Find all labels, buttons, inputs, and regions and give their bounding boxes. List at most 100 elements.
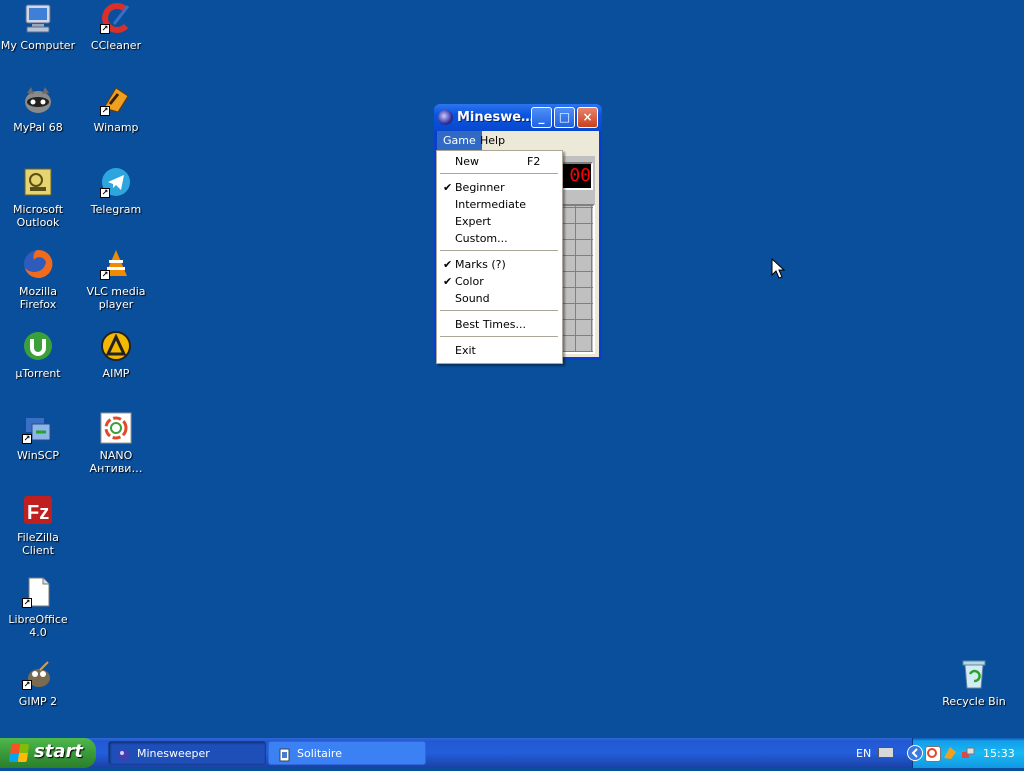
desktop-icon-nano-antivirus[interactable]: NANO Антиви… <box>78 412 154 475</box>
desktop-icon-label: My Computer <box>0 39 76 52</box>
game-menu-dropdown: New F2 ✔ Beginner Intermediate Expert Cu… <box>436 150 563 364</box>
shortcut-arrow-icon: ↗ <box>100 106 110 116</box>
menu-item-label: Beginner <box>455 181 505 194</box>
menu-separator <box>440 336 558 337</box>
desktop-icon-mypal[interactable]: MyPal 68 <box>0 84 76 134</box>
svg-text:Fz: Fz <box>27 502 49 524</box>
nano-antivirus-icon <box>100 412 132 444</box>
recycle-bin-icon <box>958 658 990 690</box>
checkmark-icon: ✔ <box>443 181 453 194</box>
checkmark-icon: ✔ <box>443 275 453 288</box>
desktop-icon-label: FileZilla Client <box>17 531 59 557</box>
menu-item-accelerator: F2 <box>527 155 541 168</box>
desktop-icon-my-computer[interactable]: My Computer <box>0 2 76 52</box>
aimp-icon <box>100 330 132 362</box>
shortcut-arrow-icon: ↗ <box>100 24 110 34</box>
desktop-icon-label: GIMP 2 <box>18 695 58 708</box>
start-button[interactable]: start <box>0 738 96 768</box>
desktop-icon-label: WinSCP <box>17 449 59 462</box>
telegram-icon: ↗ <box>100 166 132 198</box>
winamp-tray-icon[interactable] <box>943 746 957 760</box>
winscp-icon: ↗ <box>22 412 54 444</box>
desktop-icon-telegram[interactable]: ↗ Telegram <box>78 166 154 216</box>
desktop-icon-winscp[interactable]: ↗ WinSCP <box>0 412 76 462</box>
start-label: start <box>34 741 83 762</box>
desktop-icon-label: Winamp <box>93 121 139 134</box>
mine-icon <box>438 110 453 125</box>
desktop-icon-filezilla[interactable]: Fz FileZilla Client <box>0 494 76 557</box>
gimp-icon: ↗ <box>22 658 54 690</box>
desktop-icon-label: NANO Антиви… <box>89 449 143 475</box>
desktop-icon-aimp[interactable]: AIMP <box>78 330 154 380</box>
mouse-pointer-icon <box>771 257 786 283</box>
menu-item-intermediate[interactable]: Intermediate <box>437 196 562 213</box>
desktop-icon-label: CCleaner <box>90 39 142 52</box>
menu-item-best-times[interactable]: Best Times... <box>437 316 562 333</box>
taskbar-item-solitaire[interactable]: Solitaire <box>268 741 426 765</box>
filezilla-icon: Fz <box>22 494 54 526</box>
menu-item-marks[interactable]: ✔ Marks (?) <box>437 256 562 273</box>
desktop-icon-libreoffice[interactable]: ↗ LibreOffice 4.0 <box>0 576 76 639</box>
desktop-icon-outlook[interactable]: Microsoft Outlook <box>0 166 76 229</box>
shortcut-arrow-icon: ↗ <box>22 598 32 608</box>
minimize-button[interactable]: _ <box>531 107 552 128</box>
mine-icon <box>117 747 131 761</box>
menu-item-beginner[interactable]: ✔ Beginner <box>437 179 562 196</box>
desktop-icon-label: Telegram <box>90 203 142 216</box>
desktop-icon-label: Recycle Bin <box>942 695 1006 708</box>
language-indicator[interactable]: EN <box>856 747 871 760</box>
firefox-icon <box>22 248 54 280</box>
show-hidden-icons-icon[interactable] <box>907 745 923 761</box>
vlc-icon: ↗ <box>100 248 132 280</box>
shortcut-arrow-icon: ↗ <box>22 680 32 690</box>
desktop-icon-label: AIMP <box>102 367 130 380</box>
desktop-icon-label: µTorrent <box>15 367 61 380</box>
desktop-icon-vlc[interactable]: ↗ VLC media player <box>78 248 154 311</box>
menu-item-label: Best Times... <box>455 318 526 331</box>
menu-item-label: Intermediate <box>455 198 526 211</box>
taskbar-item-label: Solitaire <box>297 747 342 760</box>
nano-antivirus-tray-icon[interactable] <box>925 746 941 762</box>
menu-item-new[interactable]: New F2 <box>437 153 562 170</box>
mine-counter: 00 <box>561 162 593 190</box>
menu-item-custom[interactable]: Custom... <box>437 230 562 247</box>
cards-icon <box>277 747 291 762</box>
shortcut-arrow-icon: ↗ <box>100 188 110 198</box>
menu-item-expert[interactable]: Expert <box>437 213 562 230</box>
desktop-icon-recycle-bin[interactable]: Recycle Bin <box>936 658 1012 708</box>
ccleaner-icon: ↗ <box>100 2 132 34</box>
network-tray-icon[interactable] <box>961 746 975 760</box>
desktop-icon-label: VLC media player <box>86 285 146 311</box>
menu-item-sound[interactable]: Sound <box>437 290 562 307</box>
desktop-icon-label: Mozilla Firefox <box>19 285 57 311</box>
taskbar-item-minesweeper[interactable]: Minesweeper <box>108 741 266 765</box>
desktop-icon-winamp[interactable]: ↗ Winamp <box>78 84 154 134</box>
desktop-icon-ccleaner[interactable]: ↗ CCleaner <box>78 2 154 52</box>
keyboard-icon[interactable] <box>878 747 894 758</box>
desktop-icon-label: MyPal 68 <box>13 121 63 134</box>
menu-item-label: Exit <box>455 344 476 357</box>
shortcut-arrow-icon: ↗ <box>100 270 110 280</box>
menu-separator <box>440 310 558 311</box>
libreoffice-icon: ↗ <box>22 576 54 608</box>
menu-item-label: Color <box>455 275 484 288</box>
menu-separator <box>440 250 558 251</box>
maximize-button[interactable]: □ <box>554 107 575 128</box>
menu-item-label: New <box>455 155 479 168</box>
close-button[interactable]: × <box>577 107 598 128</box>
checkmark-icon: ✔ <box>443 258 453 271</box>
menu-help[interactable]: Help <box>474 131 511 150</box>
taskbar-item-label: Minesweeper <box>137 747 210 760</box>
desktop-icon-label: Microsoft Outlook <box>12 203 64 229</box>
menu-item-label: Expert <box>455 215 492 228</box>
desktop-icon-utorrent[interactable]: µTorrent <box>0 330 76 380</box>
menu-item-color[interactable]: ✔ Color <box>437 273 562 290</box>
desktop-icon-gimp[interactable]: ↗ GIMP 2 <box>0 658 76 708</box>
menu-item-label: Custom... <box>455 232 508 245</box>
window-titlebar[interactable]: Mineswe… _ □ × <box>434 104 602 131</box>
utorrent-icon <box>22 330 54 362</box>
menu-item-exit[interactable]: Exit <box>437 342 562 359</box>
desktop-icon-firefox[interactable]: Mozilla Firefox <box>0 248 76 311</box>
clock[interactable]: 15:33 <box>983 747 1015 760</box>
menu-item-label: Marks (?) <box>455 258 506 271</box>
